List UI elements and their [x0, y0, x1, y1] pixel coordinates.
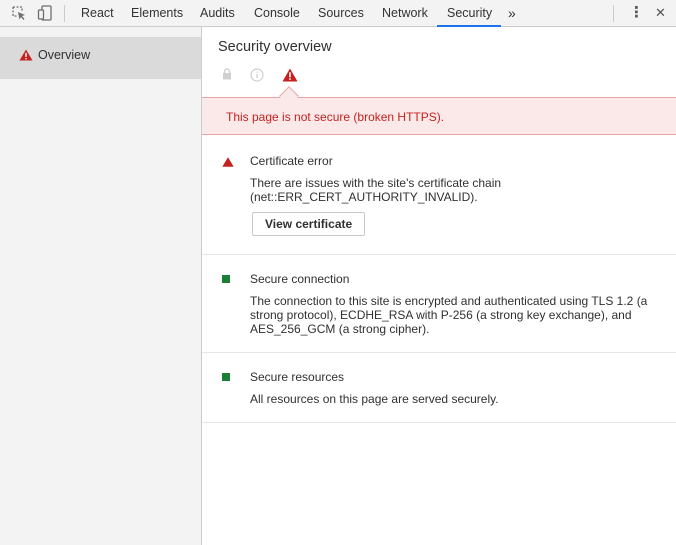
more-tabs-chevron-icon[interactable]: » [508, 0, 516, 26]
banner-message: This page is not secure (broken HTTPS). [226, 110, 445, 124]
toolbar-divider [64, 5, 65, 22]
section-title: Secure connection [250, 272, 350, 286]
warning-triangle-icon [282, 68, 298, 85]
sidebar-item-label: Overview [38, 48, 91, 62]
tab-react[interactable]: React [81, 0, 114, 26]
devtools-toolbar: React Elements Audits Console Sources Ne… [0, 0, 676, 27]
security-sidebar: Overview [0, 27, 202, 545]
warning-triangle-icon [222, 156, 234, 170]
tab-sources[interactable]: Sources [318, 0, 364, 26]
customize-menu-icon[interactable]: ⋮ [629, 0, 644, 26]
view-certificate-button[interactable]: View certificate [252, 212, 366, 236]
section-description: The connection to this site is encrypted… [250, 294, 648, 336]
page-title: Security overview [218, 39, 332, 55]
warning-triangle-icon [19, 49, 33, 64]
secure-resources-section: Secure resources All resources on this p… [202, 353, 676, 423]
tab-network[interactable]: Network [382, 0, 428, 26]
tab-audits[interactable]: Audits [200, 0, 235, 26]
close-devtools-icon[interactable]: ✕ [655, 0, 666, 26]
info-circle-icon [250, 68, 264, 85]
sidebar-item-overview[interactable]: Overview [0, 37, 201, 79]
toolbar-divider [613, 5, 614, 22]
secure-status-icon [222, 373, 230, 381]
device-toolbar-icon[interactable] [36, 0, 54, 26]
section-title: Secure resources [250, 370, 345, 384]
tab-elements[interactable]: Elements [131, 0, 183, 26]
insecure-page-banner: This page is not secure (broken HTTPS). [202, 97, 676, 135]
inspect-element-icon[interactable] [10, 0, 28, 26]
security-overview-panel: Security overview This page is not secur… [202, 27, 676, 545]
section-description: There are issues with the site's certifi… [250, 176, 502, 204]
lock-icon [222, 68, 232, 83]
section-title: Certificate error [250, 154, 333, 168]
certificate-error-section: Certificate error There are issues with … [202, 137, 676, 255]
tab-console[interactable]: Console [254, 0, 300, 26]
secure-status-icon [222, 275, 230, 283]
tab-security[interactable]: Security [447, 0, 492, 26]
secure-connection-section: Secure connection The connection to this… [202, 255, 676, 353]
section-description: All resources on this page are served se… [250, 392, 499, 406]
